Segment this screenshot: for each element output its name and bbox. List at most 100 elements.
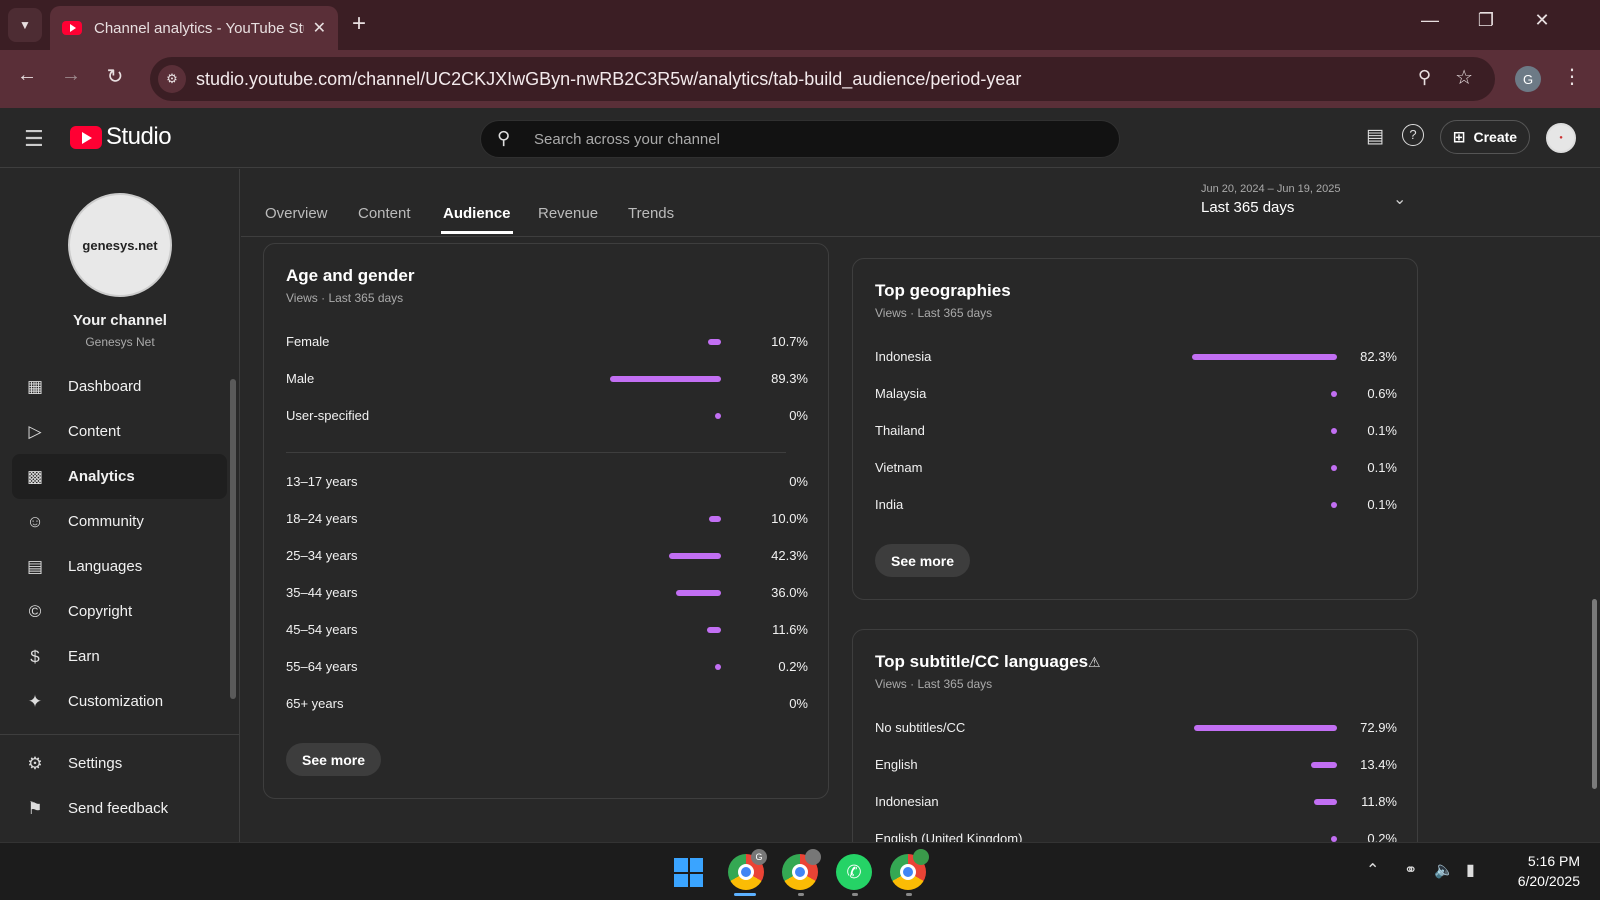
bar-row: Indonesia 82.3% xyxy=(875,347,1397,367)
chevron-down-icon[interactable]: ⌄ xyxy=(1393,189,1406,209)
row-label: No subtitles/CC xyxy=(875,720,966,735)
clock-date: 6/20/2025 xyxy=(1517,873,1580,889)
sidebar-item-customization[interactable]: ✦ Customization xyxy=(12,679,227,724)
restore-icon[interactable]: ❐ xyxy=(1471,10,1501,31)
value-bar xyxy=(1331,391,1337,397)
browser-tabbar: ▼ Channel analytics - YouTube Studio ✕ +… xyxy=(0,0,1600,50)
sidebar-item-send-feedback[interactable]: ⚑ Send feedback xyxy=(12,786,227,831)
bar-row: Thailand 0.1% xyxy=(875,421,1397,441)
search-input[interactable]: Search across your channel xyxy=(534,131,720,148)
studio-logo[interactable]: Studio xyxy=(70,123,172,151)
value-bar xyxy=(1331,502,1337,508)
bar-row: 18–24 years 10.0% xyxy=(286,509,808,529)
tab-content[interactable]: Content xyxy=(358,205,411,222)
chrome-app-icon[interactable]: G xyxy=(728,849,767,890)
chrome-app-icon-2[interactable] xyxy=(782,849,821,890)
sidebar-item-settings[interactable]: ⚙ Settings xyxy=(12,741,227,786)
youtube-favicon-icon xyxy=(62,21,82,35)
sidebar-scrollbar[interactable] xyxy=(230,379,236,699)
row-value: 11.8% xyxy=(1361,794,1397,809)
bar-row: No subtitles/CC 72.9% xyxy=(875,718,1397,738)
sidebar-item-analytics[interactable]: ▩ Analytics xyxy=(12,454,227,499)
dashboard-icon: ▦ xyxy=(26,376,44,396)
sidebar-bottom-nav: ⚙ Settings ⚑ Send feedback xyxy=(12,741,227,831)
create-video-icon: ⊞ xyxy=(1452,129,1466,146)
windows-start-icon[interactable] xyxy=(674,858,703,887)
feedback-icon: ⚑ xyxy=(27,798,43,818)
value-bar xyxy=(707,627,721,633)
main-scrollbar[interactable] xyxy=(1592,599,1597,789)
browser-toolbar: ← → ↻ ⚙ studio.youtube.com/channel/UC2CK… xyxy=(0,50,1600,108)
sidebar-item-label: Languages xyxy=(68,558,143,575)
messages-icon[interactable]: ▤ xyxy=(1366,125,1384,148)
value-bar xyxy=(669,553,721,559)
studio-logo-text: Studio xyxy=(106,123,172,150)
bar-row: 25–34 years 42.3% xyxy=(286,546,808,566)
row-label: English (United Kingdom) xyxy=(875,831,1023,842)
close-tab-icon[interactable]: ✕ xyxy=(313,18,326,38)
tab-trends[interactable]: Trends xyxy=(628,205,674,222)
see-more-button[interactable]: See more xyxy=(286,743,382,776)
zoom-icon[interactable]: ⚲ xyxy=(1418,67,1431,88)
value-bar xyxy=(715,664,721,670)
community-icon: ☺ xyxy=(26,511,44,531)
back-icon[interactable]: ← xyxy=(12,64,42,87)
system-clock[interactable]: 5:16 PM 6/20/2025 xyxy=(1500,851,1580,891)
tab-audience[interactable]: Audience xyxy=(441,205,513,234)
warning-icon[interactable]: ⚠ xyxy=(1088,654,1101,671)
bookmark-star-icon[interactable]: ☆ xyxy=(1455,65,1473,90)
value-bar xyxy=(709,516,721,522)
sidebar-item-community[interactable]: ☺ Community xyxy=(12,499,227,544)
reload-icon[interactable]: ↻ xyxy=(100,64,130,89)
bar-row: 13–17 years 0% xyxy=(286,472,808,492)
help-icon[interactable]: ? xyxy=(1402,124,1424,146)
bar-row: Male 89.3% xyxy=(286,369,808,389)
forward-icon[interactable]: → xyxy=(56,64,86,87)
sidebar-item-languages[interactable]: ▤ Languages xyxy=(12,544,227,589)
whatsapp-app-icon[interactable]: ✆ xyxy=(836,854,872,890)
tab-overview[interactable]: Overview xyxy=(265,205,328,222)
see-more-button[interactable]: See more xyxy=(875,544,971,577)
minimize-icon[interactable]: — xyxy=(1415,10,1445,31)
bar-row: User-specified 0% xyxy=(286,406,808,426)
browser-tab-active[interactable]: Channel analytics - YouTube Studio ✕ xyxy=(50,6,338,50)
hamburger-menu-icon[interactable]: ☰ xyxy=(24,126,44,152)
app-indicator xyxy=(852,893,858,896)
browser-profile-avatar[interactable]: G xyxy=(1515,66,1541,92)
account-avatar[interactable]: ● xyxy=(1546,123,1576,153)
earn-icon: $ xyxy=(30,646,40,666)
search-box[interactable]: ⚲ Search across your channel xyxy=(480,120,1120,158)
channel-avatar[interactable]: genesys.net xyxy=(68,193,172,297)
battery-icon[interactable]: ▮ xyxy=(1466,860,1475,880)
row-label: 13–17 years xyxy=(286,474,358,489)
row-label: 35–44 years xyxy=(286,585,358,600)
languages-icon: ▤ xyxy=(26,556,44,576)
browser-menu-icon[interactable]: ⋮ xyxy=(1562,64,1582,89)
bar-row: English (United Kingdom) 0.2% xyxy=(875,829,1397,842)
sidebar-item-copyright[interactable]: © Copyright xyxy=(12,589,227,634)
sidebar-item-content[interactable]: ▷ Content xyxy=(12,409,227,454)
tab-search-button[interactable]: ▼ xyxy=(8,8,42,42)
subtitle-languages-card: Top subtitle/CC languages ⚠ Views · Last… xyxy=(852,629,1418,842)
address-bar[interactable]: ⚙ studio.youtube.com/channel/UC2CKJXIwGB… xyxy=(150,57,1495,101)
sidebar-item-earn[interactable]: $ Earn xyxy=(12,634,227,679)
close-window-icon[interactable]: ✕ xyxy=(1527,10,1557,31)
customization-icon: ✦ xyxy=(27,691,43,711)
sidebar-item-dashboard[interactable]: ▦ Dashboard xyxy=(12,364,227,409)
date-range-picker[interactable]: Jun 20, 2024 – Jun 19, 2025 Last 365 day… xyxy=(1201,183,1340,216)
row-value: 0.1% xyxy=(1367,423,1397,438)
sidebar-item-label: Analytics xyxy=(68,468,135,485)
value-bar xyxy=(1311,762,1337,768)
chrome-app-icon-3[interactable] xyxy=(890,849,929,890)
create-button[interactable]: ⊞ Create xyxy=(1440,120,1530,154)
wifi-icon[interactable]: ⚭ xyxy=(1404,860,1417,880)
row-value: 82.3% xyxy=(1360,349,1397,364)
row-value: 10.0% xyxy=(771,511,808,526)
volume-icon[interactable]: 🔈 xyxy=(1434,860,1454,880)
site-settings-icon[interactable]: ⚙ xyxy=(158,65,186,93)
tab-revenue[interactable]: Revenue xyxy=(538,205,598,222)
show-hidden-icons-icon[interactable]: ⌃ xyxy=(1366,860,1379,880)
url-text[interactable]: studio.youtube.com/channel/UC2CKJXIwGByn… xyxy=(196,69,1021,90)
new-tab-button[interactable]: + xyxy=(352,10,366,38)
screen: ▼ Channel analytics - YouTube Studio ✕ +… xyxy=(0,0,1600,900)
